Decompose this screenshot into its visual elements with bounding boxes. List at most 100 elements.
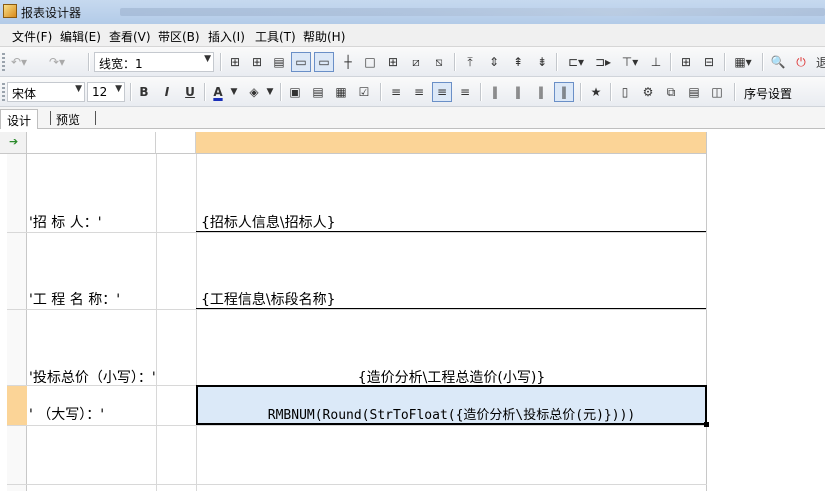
border-bottom-icon[interactable]: ▭: [314, 52, 334, 72]
diagonal-down-icon[interactable]: ⧄: [406, 52, 426, 72]
corner-cell[interactable]: ➔: [0, 132, 27, 154]
sequence-settings-button[interactable]: 序号设置: [744, 85, 792, 102]
chevron-down-icon[interactable]: ▼: [264, 82, 276, 102]
menu-tools[interactable]: 工具(T): [255, 28, 296, 45]
separator: [88, 53, 90, 71]
separator: [762, 53, 764, 71]
document-icon[interactable]: ▤: [684, 82, 704, 102]
valign-top-icon[interactable]: ‖: [485, 82, 505, 102]
valign-middle-icon[interactable]: ‖: [508, 82, 528, 102]
split-icon[interactable]: ⊤▾: [616, 52, 644, 72]
menu-band[interactable]: 带区(B): [158, 28, 200, 45]
underline-button[interactable]: U: [180, 82, 200, 102]
valign-bottom-icon[interactable]: ‖: [531, 82, 551, 102]
font-color-button[interactable]: A: [208, 82, 228, 102]
align-top-icon[interactable]: ⤒: [460, 52, 480, 72]
insert-col-icon[interactable]: ⊐▸: [592, 52, 614, 72]
menu-view[interactable]: 查看(V): [109, 28, 151, 45]
window-title: 报表设计器: [21, 6, 82, 20]
menu-edit[interactable]: 编辑(E): [60, 28, 101, 45]
separator: [724, 53, 726, 71]
column-header[interactable]: [156, 132, 196, 154]
image-icon[interactable]: ▤: [308, 82, 328, 102]
separator: [280, 83, 282, 101]
border-all-icon[interactable]: ⊞: [383, 52, 403, 72]
bold-button[interactable]: B: [134, 82, 154, 102]
check-icon[interactable]: ☑: [354, 82, 374, 102]
border-inner-icon[interactable]: ▤: [269, 52, 289, 72]
star-icon[interactable]: ★: [586, 82, 606, 102]
total-price-upper-formula[interactable]: RMBNUM(Round(StrToFloat({造价分析\投标总价(元)}))…: [197, 404, 706, 423]
align-center-icon[interactable]: ≡: [432, 82, 452, 102]
insert-row-icon[interactable]: ⊏▾: [562, 52, 590, 72]
border-none-icon[interactable]: ⊞: [225, 52, 245, 72]
align-down-icon[interactable]: ⇟: [532, 52, 552, 72]
column-grid-icon[interactable]: ⊞: [676, 52, 696, 72]
separator: [480, 83, 482, 101]
grid-icon[interactable]: ▦: [331, 82, 351, 102]
total-price-upper-label[interactable]: ' （大写）：': [29, 404, 104, 424]
chevron-down-icon[interactable]: ▼: [228, 82, 240, 102]
report-icon[interactable]: ◫: [707, 82, 727, 102]
column-gridline: [706, 132, 707, 491]
bidder-label[interactable]: '招 标 人：': [29, 212, 102, 232]
page-icon[interactable]: ▯: [615, 82, 635, 102]
row-gridline: [7, 232, 707, 233]
redo-icon[interactable]: ↷▾: [47, 52, 67, 72]
column-gridline: [156, 154, 157, 491]
chevron-down-icon: ▼: [204, 54, 211, 64]
align-middle-icon[interactable]: ⇕: [484, 52, 504, 72]
diagonal-up-icon[interactable]: ⧅: [429, 52, 449, 72]
bidder-value[interactable]: {招标人信息\招标人}: [201, 212, 336, 232]
border-outer-icon[interactable]: □: [360, 52, 380, 72]
separator: [204, 83, 206, 101]
total-price-lower-value[interactable]: {造价分析\工程总造价(小写)}: [197, 367, 706, 387]
valign-distribute-icon[interactable]: ‖: [554, 82, 574, 102]
exit-icon[interactable]: 退: [812, 52, 825, 72]
italic-button[interactable]: I: [157, 82, 177, 102]
app-icon: [3, 4, 17, 18]
align-right-icon[interactable]: ≡: [455, 82, 475, 102]
border-top-bottom-icon[interactable]: ▭: [291, 52, 311, 72]
merge-icon[interactable]: ⊥: [646, 52, 666, 72]
report-grid[interactable]: ➔ '招 标 人：' {招标人信息\招标人} '工 程 名 称：' {工程信息\…: [0, 132, 825, 491]
toolbar-grip[interactable]: [2, 83, 5, 101]
separator: [380, 83, 382, 101]
row-grid-icon[interactable]: ⊟: [699, 52, 719, 72]
text-box-icon[interactable]: ▣: [285, 82, 305, 102]
align-left-icon[interactable]: ≡: [409, 82, 429, 102]
column-header[interactable]: [27, 132, 156, 154]
tab-design[interactable]: 设计: [0, 109, 38, 129]
project-name-value[interactable]: {工程信息\标段名称}: [201, 289, 336, 309]
column-header-selected[interactable]: [196, 132, 707, 154]
table-options-icon[interactable]: ▦▾: [729, 52, 757, 72]
line-width-label: 线宽：1: [99, 57, 143, 71]
settings-icon[interactable]: ⚙: [638, 82, 658, 102]
undo-icon[interactable]: ↶▾: [9, 52, 29, 72]
window-title-path: [120, 8, 825, 16]
stop-icon[interactable]: ⏻: [791, 52, 811, 72]
font-name-value: 宋体: [12, 87, 37, 101]
separator: [610, 83, 612, 101]
font-size-select[interactable]: 12 ▼: [87, 82, 125, 102]
menu-file[interactable]: 文件(F): [12, 28, 52, 45]
line-width-select[interactable]: 线宽：1 ▼: [94, 52, 214, 72]
copy-icon[interactable]: ⧉: [661, 82, 681, 102]
chevron-down-icon: ▼: [75, 84, 82, 94]
tab-preview[interactable]: 预览: [50, 109, 96, 129]
align-justify-icon[interactable]: ≡: [386, 82, 406, 102]
border-dotted-icon[interactable]: ⊞: [247, 52, 267, 72]
row-header-selected[interactable]: [7, 385, 27, 425]
border-cross-icon[interactable]: ┼: [338, 52, 358, 72]
toolbar-grip[interactable]: [2, 53, 5, 71]
print-preview-icon[interactable]: 🔍: [768, 52, 788, 72]
separator: [556, 53, 558, 71]
fill-color-icon[interactable]: ◈: [244, 82, 264, 102]
project-name-label[interactable]: '工 程 名 称：': [29, 289, 120, 309]
total-price-lower-label[interactable]: '投标总价（小写）：': [29, 367, 156, 387]
menu-help[interactable]: 帮助(H): [303, 28, 345, 45]
font-name-select[interactable]: 宋体 ▼: [7, 82, 85, 102]
menu-insert[interactable]: 插入(I): [208, 28, 245, 45]
align-up-icon[interactable]: ⇞: [508, 52, 528, 72]
tab-separator: [95, 111, 96, 125]
